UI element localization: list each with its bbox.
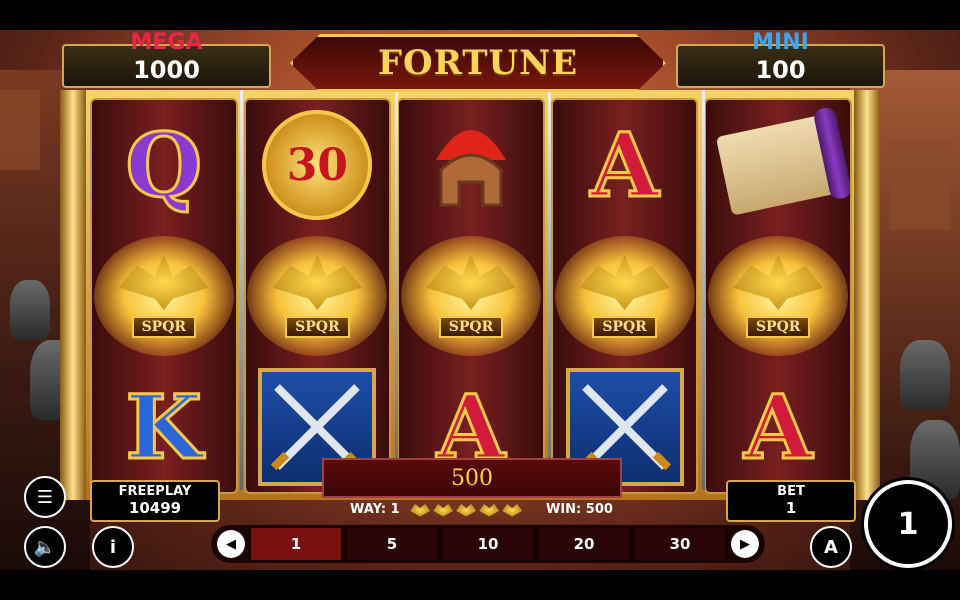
pillar-right bbox=[854, 90, 880, 500]
reel-cell: SPQR bbox=[246, 231, 390, 362]
reel-cell: 30 bbox=[246, 100, 390, 231]
reel-grid: Q SPQR K 30 SPQR SPQR A A SPQR SPQR A bbox=[90, 98, 852, 494]
bet-prev-button[interactable]: ◀ bbox=[217, 530, 245, 558]
reel-1: Q SPQR K bbox=[90, 98, 238, 494]
autoplay-icon: A bbox=[824, 536, 838, 558]
eagle-body bbox=[425, 254, 516, 310]
spear-divider bbox=[240, 90, 243, 490]
win-display-value: 500 bbox=[451, 465, 493, 491]
eagle-body bbox=[733, 254, 824, 310]
mega-jackpot-value: 1000 bbox=[133, 56, 200, 84]
way-eagle-icon bbox=[479, 503, 500, 517]
ruin-left bbox=[0, 90, 40, 170]
menu-icon: ☰ bbox=[36, 486, 54, 508]
golden-eagle-icon: SPQR bbox=[93, 236, 234, 356]
spin-button[interactable]: 1 bbox=[864, 480, 952, 568]
golden-eagle-icon: SPQR bbox=[708, 236, 849, 356]
eagle-body bbox=[579, 254, 670, 310]
way-eagle-icon bbox=[410, 503, 431, 517]
spin-icon: 1 bbox=[897, 506, 919, 542]
ace-letter-icon: A bbox=[589, 113, 660, 218]
spear-divider bbox=[702, 90, 705, 490]
bet-option[interactable]: 1 bbox=[251, 528, 341, 560]
mini-jackpot-label: MINI bbox=[752, 30, 809, 55]
reel-cell: SPQR bbox=[399, 231, 543, 362]
speaker-icon: 🔈 bbox=[33, 536, 57, 558]
bet-options: 1 5 10 20 30 bbox=[251, 528, 725, 560]
mini-jackpot-value: 100 bbox=[755, 56, 806, 84]
freeplay-panel: FREEPLAY 10499 bbox=[90, 480, 220, 522]
spqr-plaque: SPQR bbox=[131, 316, 197, 338]
win-info: WIN: 500 bbox=[546, 502, 613, 517]
mega-jackpot-label: MEGA bbox=[130, 30, 203, 55]
coin-value: 30 bbox=[286, 139, 348, 191]
bet-option[interactable]: 10 bbox=[443, 528, 533, 560]
bet-label: BET bbox=[777, 484, 805, 499]
reel-4: A SPQR bbox=[550, 98, 699, 494]
freeplay-value: 10499 bbox=[128, 499, 182, 517]
info-icon: i bbox=[109, 536, 117, 558]
golden-eagle-icon: SPQR bbox=[554, 236, 695, 356]
way-label: WAY: 1 bbox=[350, 502, 400, 517]
info-button[interactable]: i bbox=[92, 526, 134, 568]
soldier-right-1 bbox=[900, 340, 950, 410]
ace-letter-icon: A bbox=[743, 374, 814, 479]
roman-helmet-icon bbox=[421, 110, 521, 220]
autoplay-button[interactable]: A bbox=[810, 526, 852, 568]
freeplay-label: FREEPLAY bbox=[118, 484, 192, 499]
way-eagle-icon bbox=[456, 503, 477, 517]
way-eagle-icon bbox=[433, 503, 454, 517]
reel-cell: SPQR bbox=[553, 231, 697, 362]
soldier-left-1 bbox=[10, 280, 50, 340]
pillar-left bbox=[60, 90, 86, 500]
queen-letter-icon: Q bbox=[124, 113, 204, 218]
reel-cell bbox=[706, 100, 850, 231]
reel-cell: A bbox=[553, 100, 697, 231]
spqr-plaque: SPQR bbox=[285, 316, 350, 338]
way-eagle-icon bbox=[502, 503, 523, 517]
game-title-banner: FORTUNE bbox=[290, 34, 666, 92]
king-letter-icon: K bbox=[124, 374, 204, 479]
bet-next-button[interactable]: ▶ bbox=[731, 530, 759, 558]
reel-2: 30 SPQR bbox=[243, 98, 392, 494]
gold-coin-icon: 30 bbox=[262, 110, 373, 221]
mini-jackpot: MINI 100 bbox=[676, 32, 885, 88]
bet-option[interactable]: 20 bbox=[539, 528, 629, 560]
reel-cell: A bbox=[706, 361, 850, 492]
reel-5: SPQR A bbox=[704, 98, 852, 494]
game-stage: Q SPQR K 30 SPQR SPQR A A SPQR SPQR A FORTUNE MEGA… bbox=[0, 30, 960, 570]
spqr-plaque: SPQR bbox=[592, 316, 657, 338]
reel-cell bbox=[399, 100, 543, 231]
reel-cell: SPQR bbox=[706, 231, 850, 362]
eagle-body bbox=[272, 254, 363, 310]
scroll-icon bbox=[716, 114, 841, 216]
bet-selector: ◀ 1 5 10 20 30 ▶ bbox=[210, 524, 766, 564]
reel-cell: Q bbox=[92, 100, 236, 231]
spear-divider bbox=[395, 90, 398, 490]
sound-button[interactable]: 🔈 bbox=[24, 526, 66, 568]
reel-cell: SPQR bbox=[92, 231, 236, 362]
way-info: WAY: 1 bbox=[350, 502, 525, 517]
spqr-plaque: SPQR bbox=[438, 316, 504, 338]
golden-eagle-icon: SPQR bbox=[247, 236, 388, 356]
win-display: 500 bbox=[322, 458, 622, 498]
menu-button[interactable]: ☰ bbox=[24, 476, 66, 518]
bet-option[interactable]: 5 bbox=[347, 528, 437, 560]
spqr-plaque: SPQR bbox=[745, 316, 811, 338]
mega-jackpot: MEGA 1000 bbox=[62, 32, 271, 88]
bet-option[interactable]: 30 bbox=[635, 528, 725, 560]
reel-cell: K bbox=[92, 361, 236, 492]
way-eagles bbox=[410, 502, 525, 517]
reel-3: SPQR A bbox=[397, 98, 545, 494]
game-title: FORTUNE bbox=[377, 43, 579, 83]
eagle-body bbox=[118, 254, 209, 310]
spear-divider bbox=[548, 90, 551, 490]
bet-value: 1 bbox=[785, 499, 797, 517]
golden-eagle-icon: SPQR bbox=[400, 236, 541, 356]
ruin-right bbox=[890, 140, 950, 230]
bet-panel: BET 1 bbox=[726, 480, 856, 522]
